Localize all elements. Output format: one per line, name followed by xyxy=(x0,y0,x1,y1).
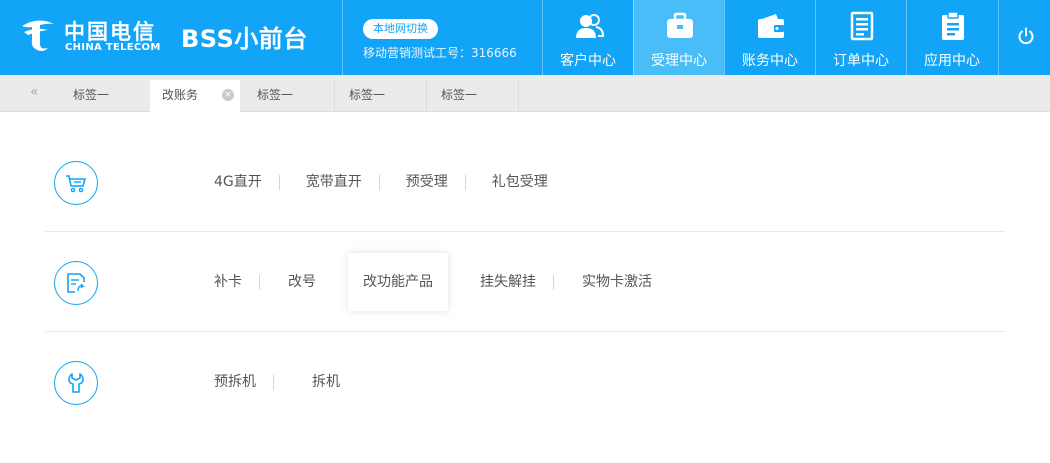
service-row-open: 4G直开 宽带直开 预受理 礼包受理 xyxy=(45,132,1005,232)
app-header: 中国电信 CHINA TELECOM BSS小前台 本地网切换 移动营销测试工号… xyxy=(0,0,1050,75)
service-item[interactable]: 拆机 xyxy=(274,372,358,392)
service-item[interactable]: 改号 xyxy=(260,272,334,292)
document-icon xyxy=(850,11,874,41)
tab-label: 标签一 xyxy=(73,88,110,102)
nav-item-acceptance-center[interactable]: 受理中心 xyxy=(633,0,724,75)
wrench-icon xyxy=(68,373,84,393)
power-button[interactable] xyxy=(998,0,1050,75)
nav-item-customer-center[interactable]: 客户中心 xyxy=(542,0,633,75)
tab-label: 标签一 xyxy=(441,88,478,102)
nav-item-order-center[interactable]: 订单中心 xyxy=(815,0,906,75)
logo-english-text: CHINA TELECOM xyxy=(65,42,161,53)
service-item[interactable]: 补卡 xyxy=(196,272,260,292)
service-item[interactable]: 实物卡激活 xyxy=(554,272,670,292)
service-row-modify: 补卡 改号 改功能产品 挂失解挂 实物卡激活 xyxy=(45,232,1005,332)
nav-item-application-center[interactable]: 应用中心 xyxy=(906,0,997,75)
users-icon xyxy=(576,14,604,38)
close-icon[interactable]: × xyxy=(222,89,234,101)
nav-label: 客户中心 xyxy=(560,53,616,69)
tab-label: 标签一 xyxy=(257,88,294,102)
service-item[interactable]: 礼包受理 xyxy=(466,172,566,192)
telecom-logo-icon xyxy=(22,20,54,51)
service-item[interactable]: 预受理 xyxy=(380,172,466,192)
service-item[interactable]: 宽带直开 xyxy=(280,172,380,192)
service-item-list: 补卡 改号 改功能产品 挂失解挂 实物卡激活 xyxy=(196,232,670,332)
nav-item-billing-center[interactable]: 账务中心 xyxy=(724,0,815,75)
service-row-disconnect: 预拆机 拆机 xyxy=(45,332,1005,432)
nav-label: 账务中心 xyxy=(742,53,798,69)
tab-label: 标签一 xyxy=(349,88,386,102)
clipboard-icon xyxy=(942,11,964,40)
service-item[interactable]: 挂失解挂 xyxy=(462,272,554,292)
app-title: BSS小前台 xyxy=(181,25,308,53)
row-icon-badge xyxy=(54,261,98,305)
region-switch-button[interactable]: 本地网切换 xyxy=(363,19,438,39)
tab-item[interactable]: 标签一 xyxy=(337,80,427,111)
nav-label: 订单中心 xyxy=(833,53,889,69)
main-nav: 客户中心 受理中心 账务中心 订单中心 应用中心 xyxy=(542,0,997,75)
briefcase-icon xyxy=(667,12,693,38)
service-item-list: 4G直开 宽带直开 预受理 礼包受理 xyxy=(196,132,566,232)
row-icon-badge xyxy=(54,361,98,405)
tab-item[interactable]: 标签一 xyxy=(245,80,335,111)
nav-label: 应用中心 xyxy=(924,53,980,69)
tab-bar: « 标签一 改账务 × 标签一 标签一 标签一 xyxy=(0,75,1050,112)
tab-item-active[interactable]: 改账务 × xyxy=(150,80,240,112)
tab-item[interactable]: 标签一 xyxy=(429,80,519,111)
tab-item[interactable]: 标签一 xyxy=(61,80,151,111)
nav-label: 受理中心 xyxy=(651,53,707,69)
power-icon xyxy=(1018,27,1034,45)
china-telecom-logo[interactable]: 中国电信 CHINA TELECOM xyxy=(18,12,161,60)
service-item-list: 预拆机 拆机 xyxy=(196,332,358,432)
service-item[interactable]: 预拆机 xyxy=(196,372,274,392)
wallet-icon xyxy=(758,14,784,38)
operator-info: 移动营销测试工号：316666 xyxy=(363,46,517,60)
region-panel: 本地网切换 移动营销测试工号：316666 xyxy=(342,0,543,75)
edit-document-icon xyxy=(67,273,86,293)
row-icon-badge xyxy=(54,161,98,205)
tab-scroll-left-icon[interactable]: « xyxy=(30,84,39,100)
tab-label: 改账务 xyxy=(162,88,199,102)
service-item-highlighted[interactable]: 改功能产品 xyxy=(348,253,448,311)
service-item[interactable]: 4G直开 xyxy=(196,172,280,192)
cart-icon xyxy=(66,175,86,193)
